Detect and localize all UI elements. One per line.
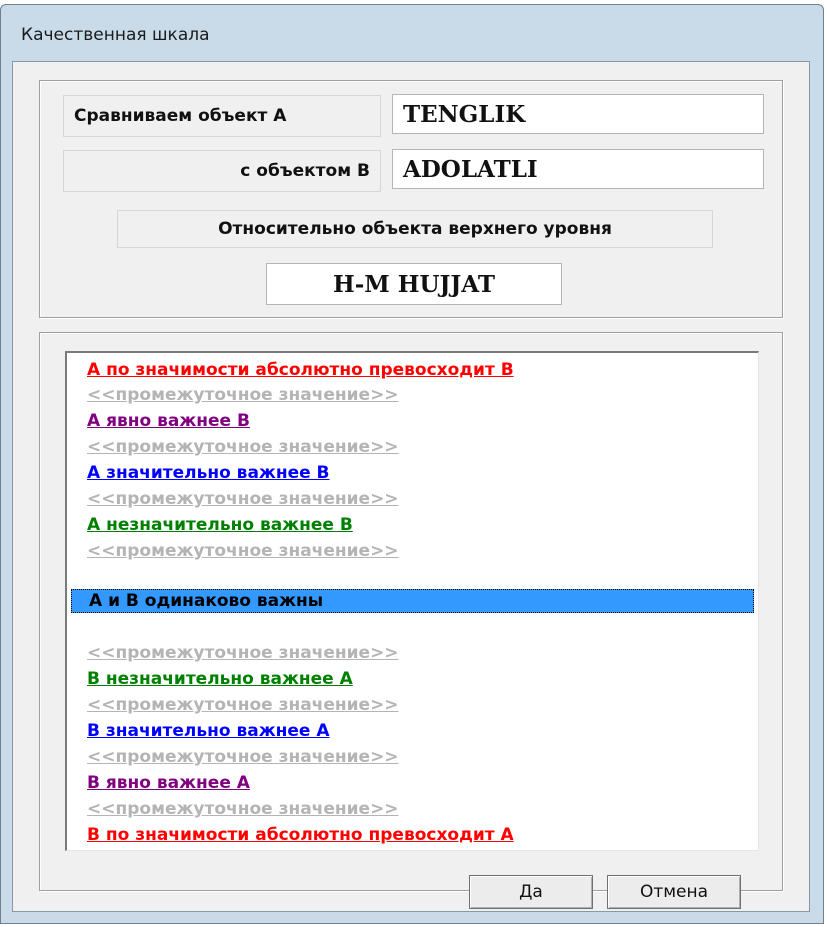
scale-listbox[interactable]: A по значимости абсолютно превосходит B <… — [65, 351, 759, 851]
cancel-button[interactable]: Отмена — [607, 875, 741, 909]
scale-option[interactable]: <<промежуточное значение>> — [87, 797, 399, 821]
object-a-field: TENGLIK — [392, 94, 764, 134]
scale-option[interactable]: <<промежуточное значение>> — [87, 693, 399, 717]
scale-option-selected[interactable]: A и B одинаково важны — [89, 589, 323, 613]
scale-option[interactable]: A явно важнее B — [87, 409, 250, 433]
scale-option[interactable]: A значительно важнее B — [87, 461, 330, 485]
parent-object-label: Относительно объекта верхнего уровня — [117, 210, 713, 248]
dialog-window: Качественная шкала Сравниваем объект A T… — [0, 4, 824, 924]
scale-option[interactable]: <<промежуточное значение>> — [87, 383, 399, 407]
scale-option[interactable]: <<промежуточное значение>> — [87, 641, 399, 665]
window-title: Качественная шкала — [21, 25, 210, 45]
dialog-client-area: Сравниваем объект A TENGLIK с объектом B… — [12, 61, 810, 912]
scale-option[interactable]: A по значимости абсолютно превосходит B — [87, 358, 514, 382]
scale-option[interactable]: <<промежуточное значение>> — [87, 435, 399, 459]
scale-option[interactable]: B по значимости абсолютно превосходит A — [87, 823, 514, 847]
object-b-field: ADOLATLI — [392, 149, 764, 189]
ok-button[interactable]: Да — [469, 875, 593, 909]
scale-option[interactable]: A незначительно важнее B — [87, 513, 353, 537]
scale-option[interactable]: B незначительно важнее A — [87, 667, 353, 691]
scale-option[interactable]: <<промежуточное значение>> — [87, 745, 399, 769]
parent-object-field: H-M HUJJAT — [266, 263, 562, 305]
scale-option[interactable]: <<промежуточное значение>> — [87, 487, 399, 511]
scale-option[interactable]: B явно важнее A — [87, 771, 250, 795]
object-a-label: Сравниваем объект A — [63, 95, 381, 137]
scale-option[interactable]: B значительно важнее A — [87, 719, 330, 743]
object-b-label: с объектом B — [63, 150, 381, 192]
scale-option[interactable]: <<промежуточное значение>> — [87, 539, 399, 563]
